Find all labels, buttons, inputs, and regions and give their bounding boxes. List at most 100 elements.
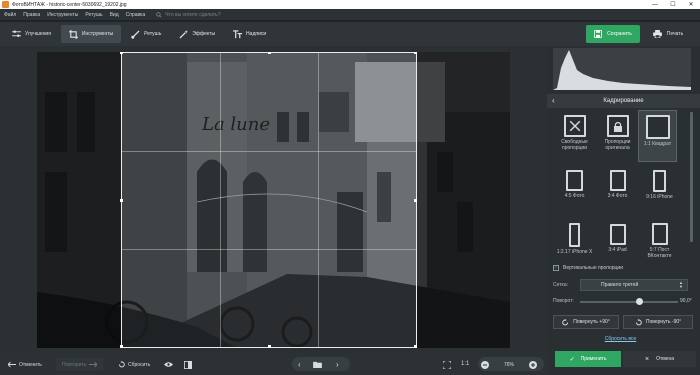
zoom-out-button[interactable] bbox=[481, 358, 492, 371]
vertical-ratio-checkbox[interactable]: ✓ bbox=[553, 265, 559, 271]
original-ratio-icon bbox=[606, 115, 629, 137]
rotate-slider-knob[interactable] bbox=[636, 298, 643, 305]
crop-handle[interactable] bbox=[120, 345, 123, 348]
crop-handle[interactable] bbox=[120, 52, 123, 54]
preset-label: 9:16 iPhone bbox=[646, 194, 673, 200]
chevron-right-icon: › bbox=[336, 360, 339, 369]
search-input[interactable]: Что вы хотите сделать? bbox=[165, 12, 220, 18]
tab-enhance[interactable]: Улучшения bbox=[4, 25, 59, 43]
preset-9-16[interactable]: 9:16 iPhone bbox=[640, 166, 679, 216]
next-image-button[interactable]: › bbox=[336, 358, 339, 371]
grid-select[interactable]: Правило третей ▲ ▼ bbox=[580, 279, 688, 291]
rotate-ccw-icon bbox=[635, 318, 642, 325]
preset-free[interactable]: Свободные пропорции bbox=[555, 112, 594, 162]
reset-button[interactable]: Сбросить bbox=[118, 358, 150, 371]
iphonex-icon bbox=[569, 223, 580, 247]
menu-edit[interactable]: Правка bbox=[23, 12, 40, 18]
reset-icon bbox=[118, 361, 125, 368]
rotate-minus-button[interactable]: Повернуть -90° bbox=[623, 315, 693, 329]
tab-text[interactable]: Надписи bbox=[225, 25, 274, 43]
panel-title: Кадрирование bbox=[603, 98, 644, 104]
preset-label: 5:7 Пост ВКонтакте bbox=[647, 247, 672, 259]
rotate-label: Поворот: bbox=[553, 298, 574, 304]
tab-tools[interactable]: Инструменты bbox=[60, 25, 122, 43]
rotate-slider[interactable] bbox=[580, 298, 678, 305]
preset-3-4[interactable]: 3:4 Фото bbox=[598, 166, 637, 216]
close-icon[interactable]: ✕ bbox=[682, 0, 700, 9]
square-icon bbox=[645, 115, 670, 139]
menu-retouch[interactable]: Ретушь bbox=[85, 12, 102, 18]
menu-help[interactable]: Справка bbox=[126, 12, 146, 18]
actual-size-button[interactable]: 1:1 bbox=[461, 361, 469, 367]
sliders-icon bbox=[12, 30, 21, 38]
histogram bbox=[553, 48, 691, 90]
minimize-icon[interactable]: — bbox=[646, 0, 664, 9]
fit-screen-button[interactable] bbox=[443, 358, 454, 371]
compare-button[interactable] bbox=[184, 358, 195, 371]
crop-handle[interactable] bbox=[120, 199, 123, 202]
tab-retouch-label: Ретушь bbox=[144, 31, 162, 37]
redo-label: Повторить bbox=[62, 361, 87, 368]
vertical-ratio-row[interactable]: ✓ Вертикальные пропорции bbox=[553, 265, 623, 271]
crop-panel: ‹ Кадрирование Свободные пропорции Пропо… bbox=[547, 46, 700, 375]
rotate-cw-icon bbox=[562, 318, 569, 325]
zoom-in-button[interactable] bbox=[529, 358, 540, 371]
cancel-button[interactable]: × Отмена bbox=[623, 351, 696, 367]
preset-label: 3:4 Фото bbox=[607, 193, 628, 199]
tab-retouch[interactable]: Ретушь bbox=[123, 25, 169, 43]
crop-handle[interactable] bbox=[268, 345, 271, 348]
preset-original[interactable]: Пропорции оригинала bbox=[598, 112, 637, 162]
apply-button[interactable]: ✓ Применить bbox=[555, 351, 621, 367]
save-button[interactable]: Сохранить bbox=[586, 25, 640, 43]
menu-view[interactable]: Вид bbox=[110, 12, 119, 18]
preview-eye-button[interactable] bbox=[164, 358, 176, 371]
close-icon: × bbox=[644, 355, 650, 363]
back-arrow-icon[interactable]: ‹ bbox=[552, 96, 555, 105]
photo-canvas[interactable]: La lune bbox=[37, 52, 510, 348]
window-controls: — ☐ ✕ bbox=[646, 0, 700, 9]
crop-shade-right bbox=[417, 52, 510, 348]
rotate-plus-button[interactable]: Повернуть +90° bbox=[553, 315, 619, 329]
preset-vk[interactable]: 5:7 Пост ВКонтакте bbox=[640, 220, 679, 272]
free-crop-icon bbox=[563, 115, 586, 137]
maximize-icon[interactable]: ☐ bbox=[664, 0, 682, 9]
floppy-disk-icon bbox=[594, 30, 603, 38]
crop-handle[interactable] bbox=[414, 199, 417, 202]
print-button[interactable]: Печать bbox=[640, 25, 696, 43]
tab-effects[interactable]: Эффекты bbox=[171, 25, 223, 43]
grid-line bbox=[318, 53, 319, 347]
open-folder-button[interactable] bbox=[313, 358, 325, 371]
menu-tools[interactable]: Инструменты bbox=[47, 12, 78, 18]
bottom-bar: Отменить Повторить Сбросить ‹ › 1:1 76% bbox=[0, 354, 547, 375]
zoom-out-icon bbox=[481, 360, 489, 369]
crop-handle[interactable] bbox=[414, 52, 417, 54]
preset-label: Пропорции оригинала bbox=[604, 139, 631, 151]
prev-image-button[interactable]: ‹ bbox=[298, 358, 301, 371]
reset-all-link[interactable]: Сбросить все bbox=[547, 336, 694, 342]
redo-button[interactable]: Повторить bbox=[56, 358, 104, 371]
crop-shade-left bbox=[37, 52, 121, 348]
crop-handle[interactable] bbox=[414, 345, 417, 348]
crop-frame[interactable] bbox=[120, 52, 417, 348]
preset-label: 4:5 Фото bbox=[564, 193, 585, 199]
presets-scrollbar[interactable] bbox=[690, 112, 693, 242]
panel-header: ‹ Кадрирование bbox=[547, 94, 700, 108]
redo-icon bbox=[89, 361, 98, 368]
preset-label: 1:1 Квадрат bbox=[643, 141, 672, 147]
brush-icon bbox=[131, 29, 140, 39]
portrait-916-icon bbox=[653, 170, 666, 192]
ipad-icon bbox=[609, 224, 626, 245]
eye-icon bbox=[164, 362, 173, 367]
magic-wand-icon bbox=[179, 29, 189, 39]
preset-4-5[interactable]: 4:5 Фото bbox=[555, 166, 594, 216]
save-button-label: Сохранить bbox=[607, 31, 632, 37]
rotate-minus-label: Повернуть -90° bbox=[645, 319, 682, 325]
preset-square[interactable]: 1:1 Квадрат bbox=[638, 110, 677, 162]
compare-icon bbox=[184, 360, 192, 369]
histogram-graph bbox=[553, 50, 691, 90]
preset-ipad[interactable]: 3:4 iPad bbox=[598, 220, 637, 270]
search-box[interactable]: Что вы хотите сделать? bbox=[156, 12, 221, 18]
crop-handle[interactable] bbox=[268, 52, 271, 54]
menu-file[interactable]: Файл bbox=[4, 12, 16, 18]
undo-button[interactable]: Отменить bbox=[8, 358, 42, 371]
